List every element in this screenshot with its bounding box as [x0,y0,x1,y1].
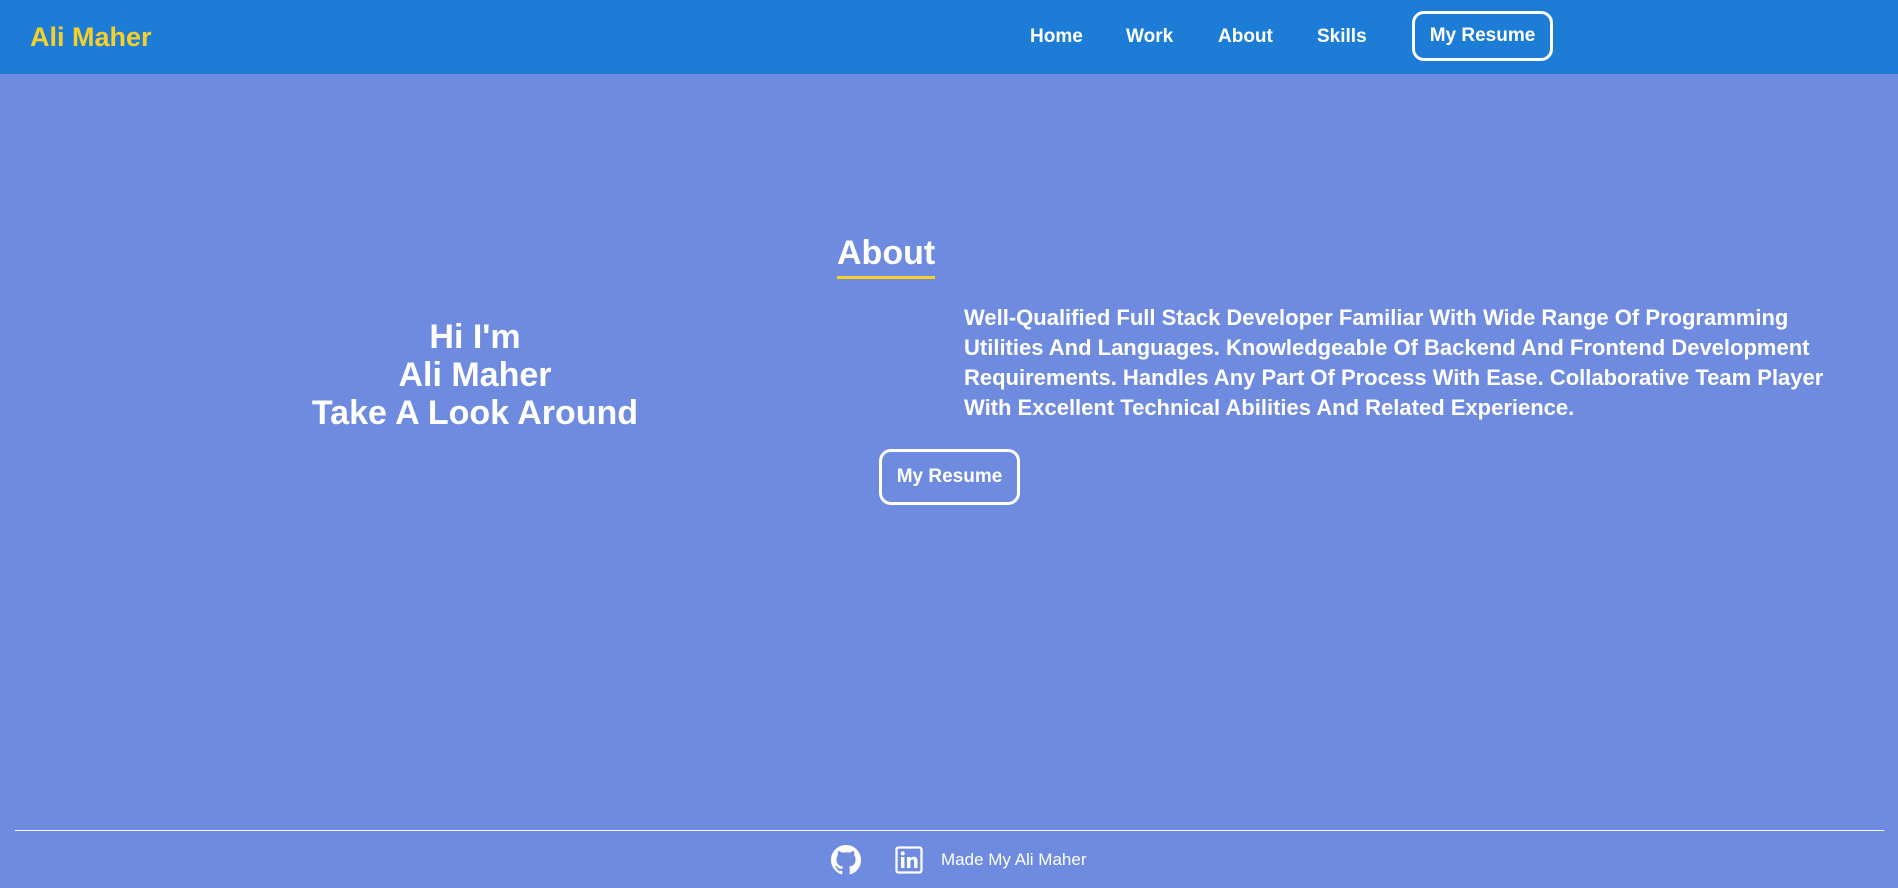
navbar: Ali Maher Home Work About Skills My Resu… [0,0,1898,74]
nav-work-link[interactable]: Work [1126,25,1173,49]
nav-resume-button[interactable]: My Resume [1412,11,1553,61]
hero-greeting: Hi I'm [429,318,521,356]
about-description: Well-Qualified Full Stack Developer Fami… [964,305,1824,420]
about-heading: About [837,232,936,279]
resume-button[interactable]: My Resume [879,449,1020,505]
hero-tagline: Take A Look Around [311,394,639,432]
brand-logo[interactable]: Ali Maher [30,20,152,54]
hero-section: Hi I'm Ali Maher Take A Look Around [250,318,700,432]
nav-about-link[interactable]: About [1218,25,1273,49]
footer-credit: Made My Ali Maher [941,850,1087,869]
footer-divider [15,830,1884,831]
github-icon[interactable] [831,845,861,875]
hero-name: Ali Maher [398,356,552,394]
linkedin-icon[interactable] [895,846,923,874]
nav-home-link[interactable]: Home [1030,25,1083,49]
nav-skills-link[interactable]: Skills [1317,25,1367,49]
